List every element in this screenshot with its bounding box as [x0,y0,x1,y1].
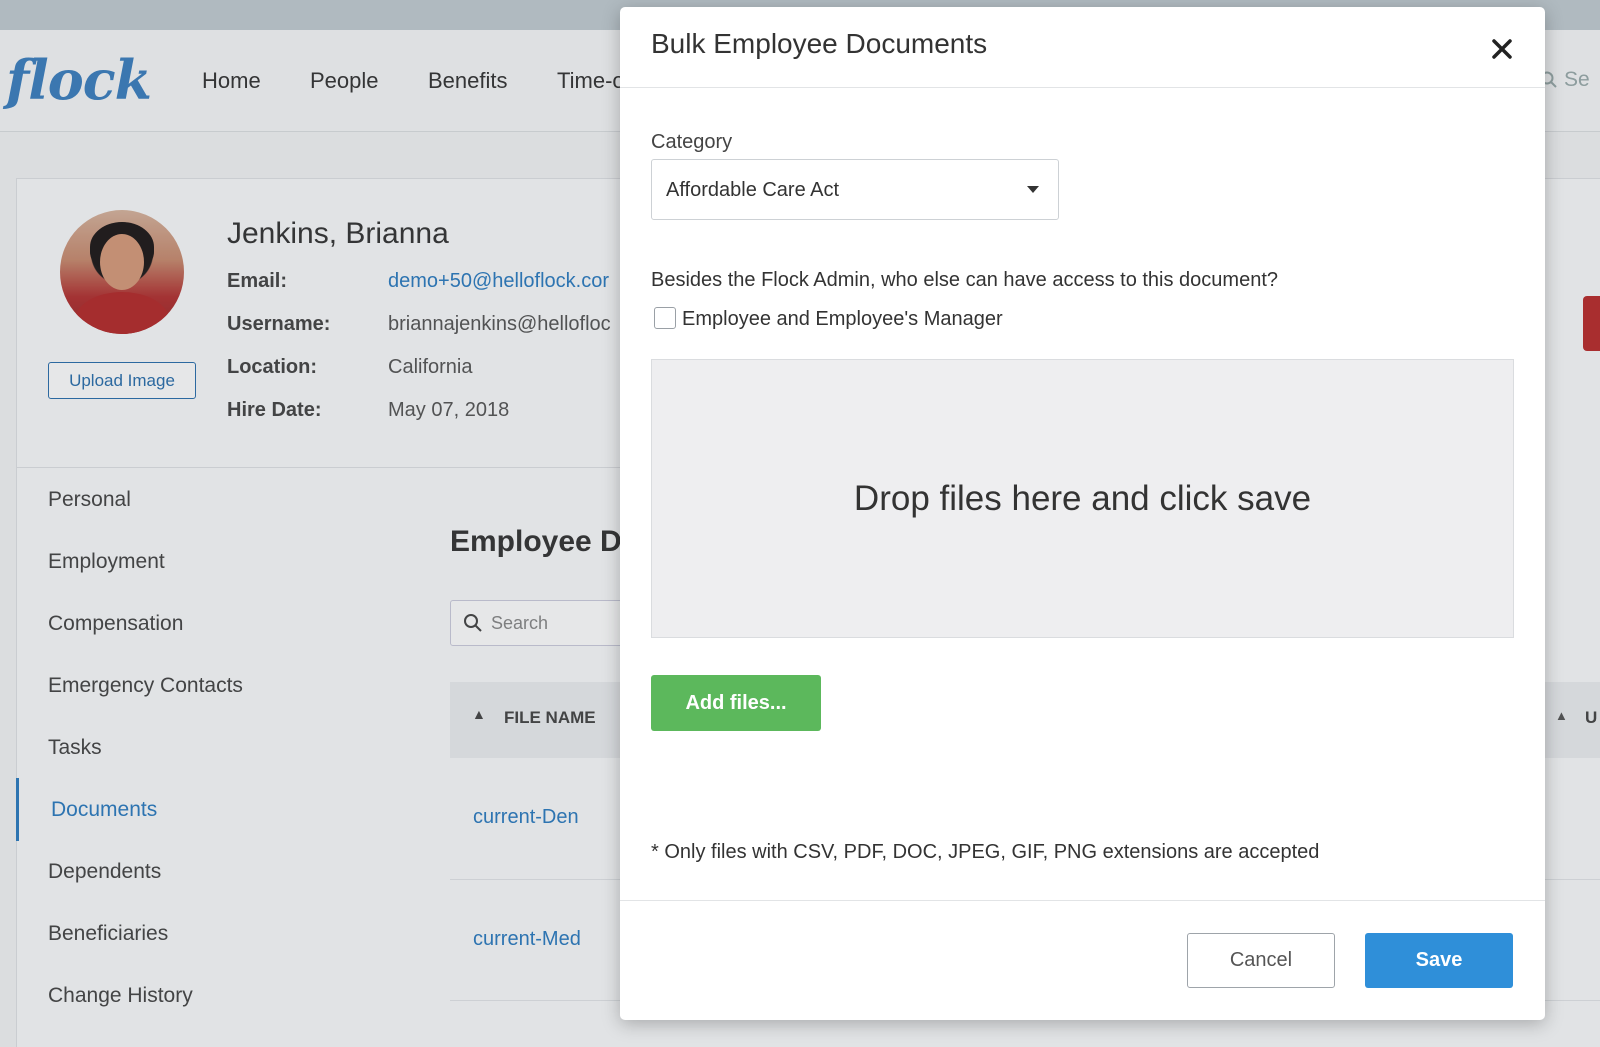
save-button[interactable]: Save [1365,933,1513,988]
cancel-button[interactable]: Cancel [1187,933,1335,988]
manager-access-label[interactable]: Employee and Employee's Manager [682,308,1003,331]
category-select-value: Affordable Care Act [666,179,840,201]
modal-footer-divider [620,900,1545,901]
manager-access-checkbox[interactable] [654,307,676,329]
close-button[interactable] [1486,33,1518,65]
modal-title: Bulk Employee Documents [651,28,988,59]
file-dropzone[interactable]: Drop files here and click save [651,359,1514,638]
modal-header: Bulk Employee Documents [620,7,1545,88]
bulk-documents-modal: Bulk Employee Documents Category Afforda… [620,7,1545,1020]
category-label: Category [651,131,733,153]
access-question: Besides the Flock Admin, who else can ha… [651,269,1279,291]
chevron-down-icon [1027,186,1039,193]
accepted-extensions-note: * Only files with CSV, PDF, DOC, JPEG, G… [651,841,1320,863]
dropzone-text: Drop files here and click save [853,478,1312,518]
category-select[interactable]: Affordable Care Act [651,159,1059,220]
add-files-button[interactable]: Add files... [651,675,821,731]
close-icon [1492,39,1512,59]
